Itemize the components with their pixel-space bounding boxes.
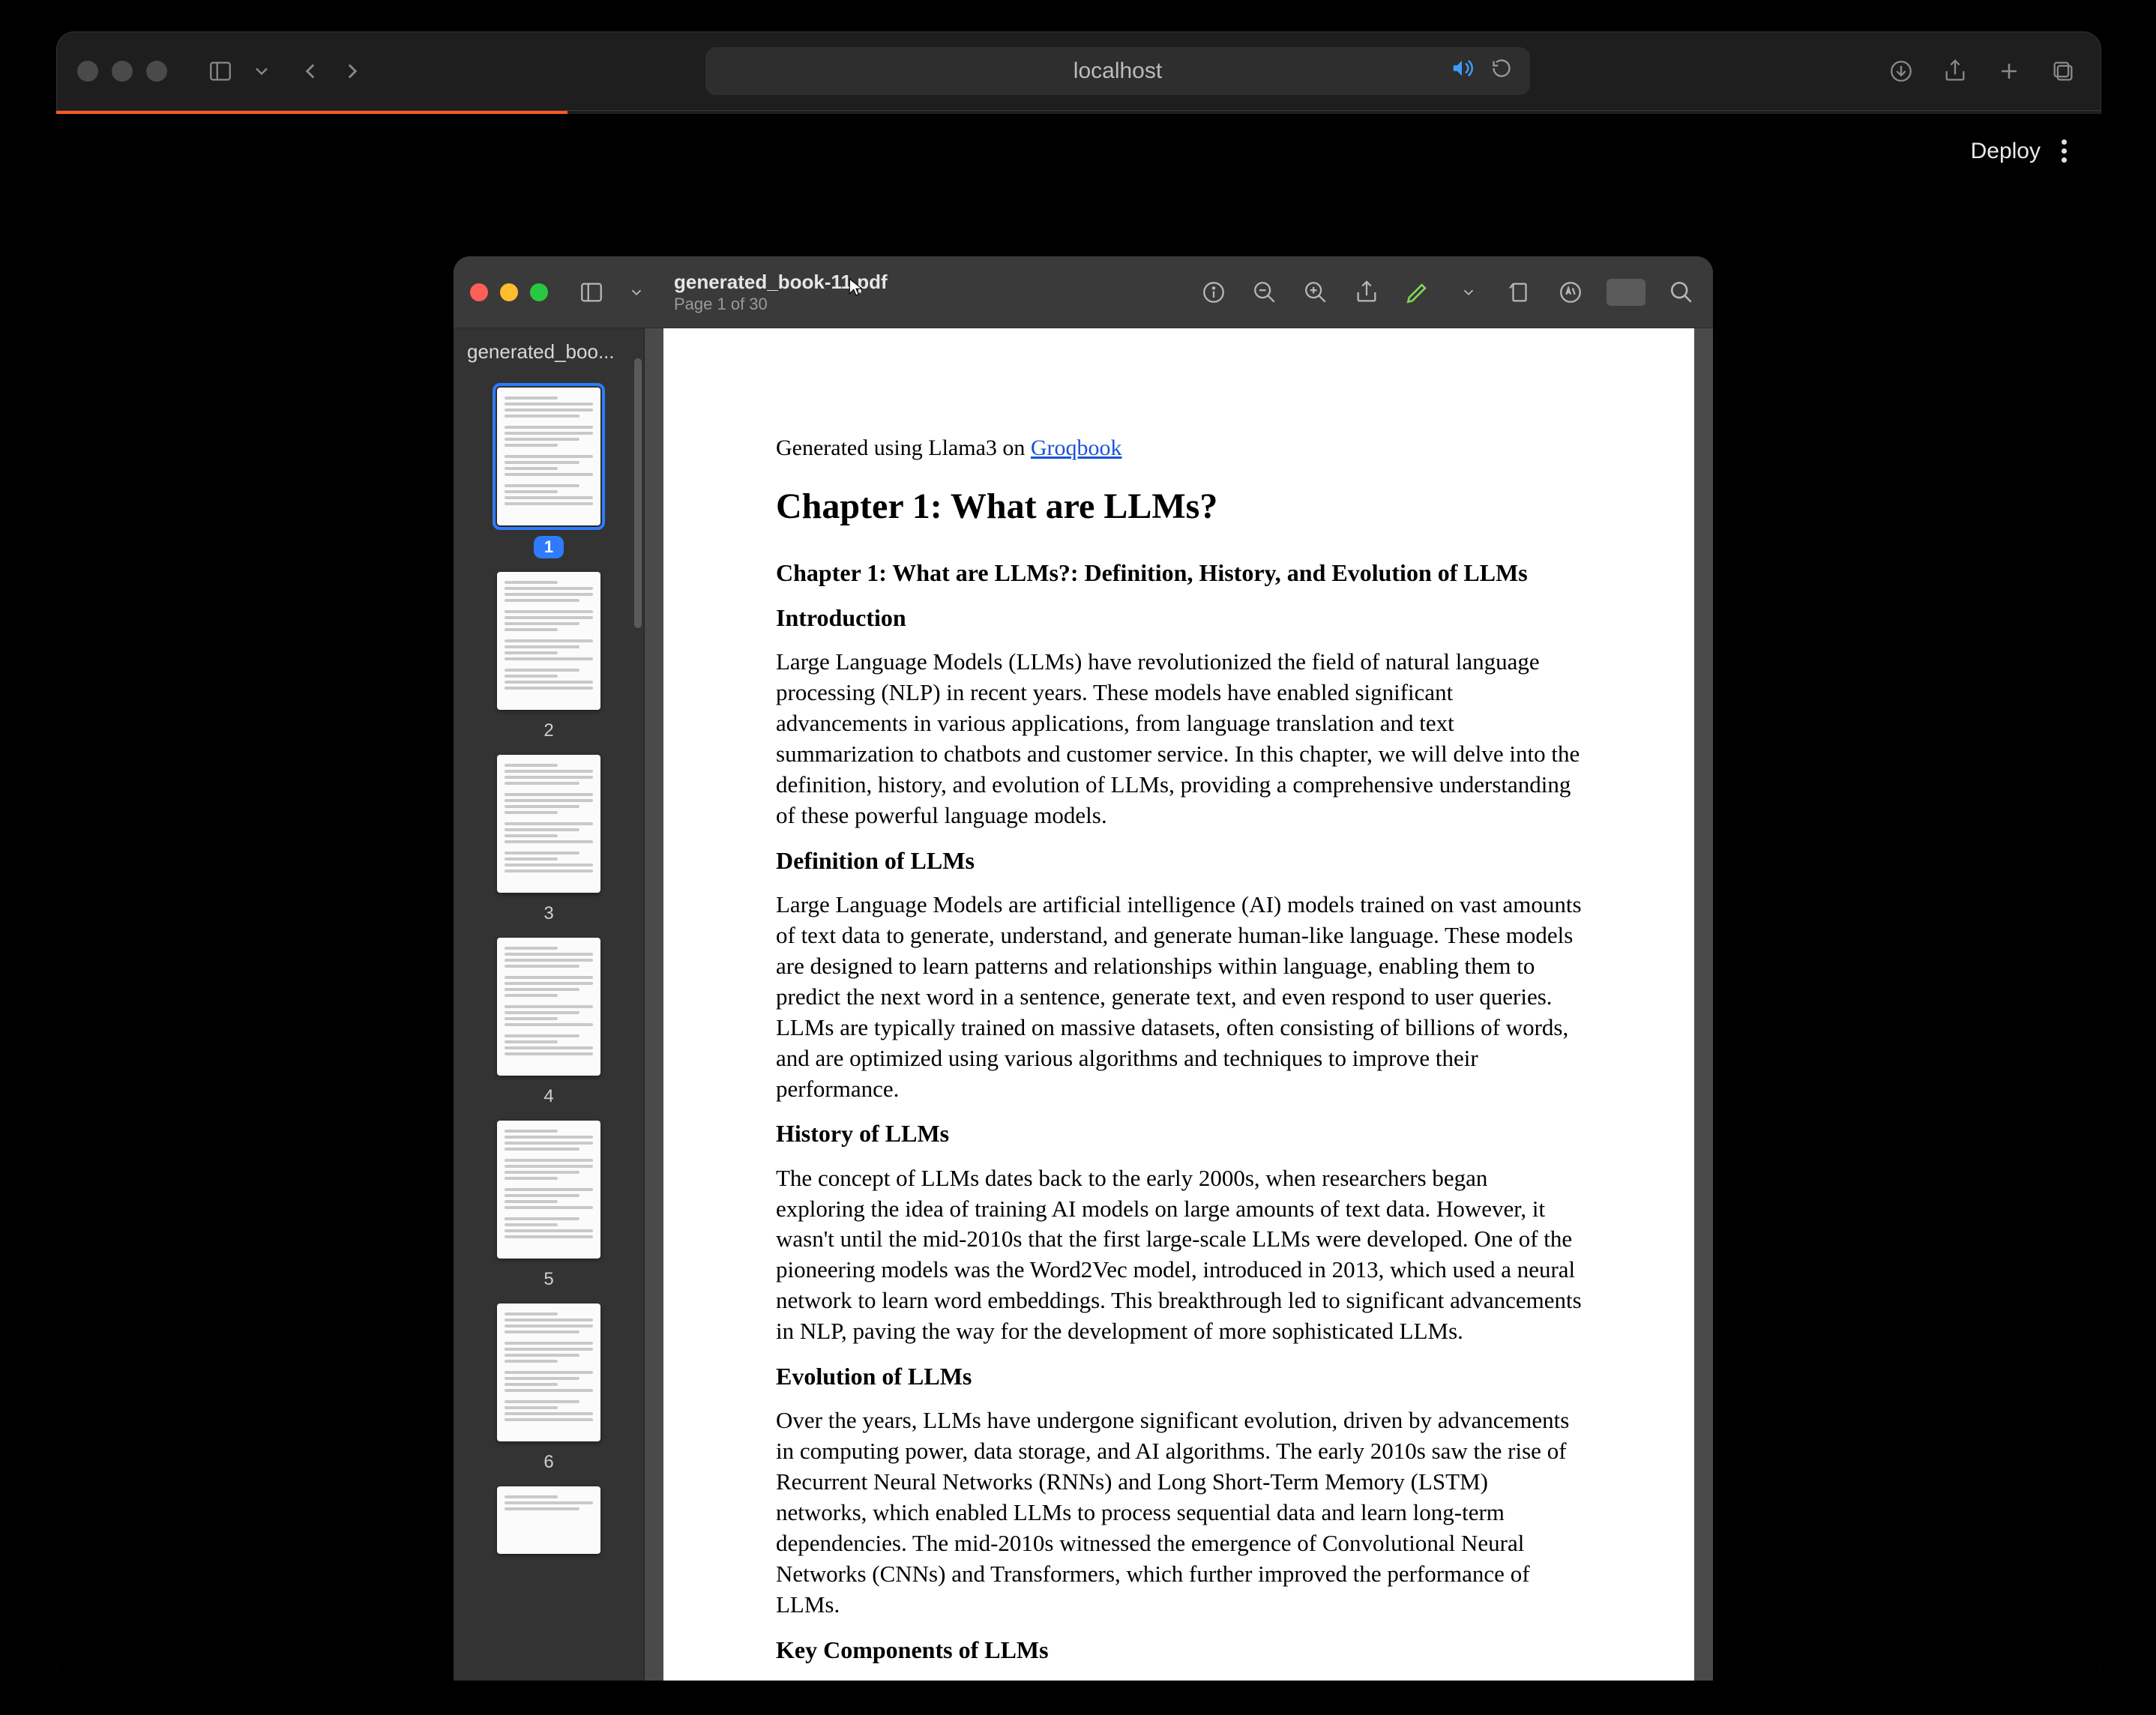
downloads-button[interactable] bbox=[1884, 54, 1918, 88]
preview-toolbar: generated_book-11.pdf Page 1 of 30 bbox=[454, 256, 1713, 328]
thumbnail-number: 2 bbox=[543, 720, 553, 741]
page-thumbnail[interactable]: 3 bbox=[497, 755, 600, 924]
sidebar-tab-label: generated_boo... bbox=[454, 328, 644, 374]
zoom-in-button[interactable] bbox=[1301, 277, 1331, 307]
browser-traffic-lights bbox=[77, 61, 167, 82]
markup-button[interactable] bbox=[1556, 277, 1586, 307]
more-menu-button[interactable] bbox=[2054, 132, 2074, 170]
address-bar[interactable]: localhost bbox=[705, 47, 1530, 95]
page-thumbnail[interactable]: 6 bbox=[497, 1303, 600, 1473]
preview-sidebar-toggle-button[interactable] bbox=[576, 277, 606, 307]
preview-minimize-icon[interactable] bbox=[500, 283, 518, 301]
key-components-intro: LLMs typically consist of several key co… bbox=[776, 1679, 1582, 1681]
definition-heading: Definition of LLMs bbox=[776, 845, 1582, 876]
thumbnail-image bbox=[497, 1486, 600, 1554]
browser-window: localhost Deploy bbox=[56, 31, 2101, 1681]
new-tab-button[interactable] bbox=[1992, 54, 2026, 88]
preview-window: generated_book-11.pdf Page 1 of 30 bbox=[454, 256, 1713, 1681]
deploy-controls: Deploy bbox=[1971, 132, 2074, 170]
traffic-fullscreen-icon[interactable] bbox=[146, 61, 167, 82]
preview-fullscreen-icon[interactable] bbox=[530, 283, 548, 301]
traffic-close-icon[interactable] bbox=[77, 61, 98, 82]
search-button[interactable] bbox=[1666, 277, 1696, 307]
reload-button[interactable] bbox=[1491, 58, 1512, 85]
chapter-subheading: Chapter 1: What are LLMs?: Definition, H… bbox=[776, 557, 1582, 588]
preview-body: generated_boo... 1 2 3 4 5 6 Generated using … bbox=[454, 328, 1713, 1681]
share-button[interactable] bbox=[1938, 54, 1972, 88]
page-thumbnail[interactable]: 5 bbox=[497, 1121, 600, 1290]
generated-line: Generated using Llama3 on Groqbook bbox=[776, 433, 1582, 463]
thumbnail-number: 6 bbox=[543, 1452, 553, 1473]
thumbnail-image bbox=[497, 1303, 600, 1441]
sidebar-toggle-button[interactable] bbox=[203, 54, 238, 88]
preview-toolbar-actions bbox=[1199, 277, 1696, 307]
thumbnail-number: 4 bbox=[543, 1086, 553, 1107]
traffic-minimize-icon[interactable] bbox=[112, 61, 133, 82]
preview-share-button[interactable] bbox=[1352, 277, 1382, 307]
thumbnail-sidebar[interactable]: generated_boo... 1 2 3 4 5 6 bbox=[454, 328, 645, 1681]
thumbnail-image bbox=[497, 755, 600, 893]
info-button[interactable] bbox=[1199, 277, 1229, 307]
forward-button[interactable] bbox=[335, 54, 370, 88]
rotate-button[interactable] bbox=[1505, 277, 1535, 307]
deploy-button[interactable]: Deploy bbox=[1971, 139, 2041, 164]
highlight-button[interactable] bbox=[1403, 277, 1433, 307]
generated-prefix: Generated using Llama3 on bbox=[776, 435, 1031, 460]
tab-overview-button[interactable] bbox=[2046, 54, 2080, 88]
highlight-menu-button[interactable] bbox=[1454, 277, 1484, 307]
thumbnail-image bbox=[497, 572, 600, 710]
thumbnail-number: 3 bbox=[543, 903, 553, 924]
preview-page-status: Page 1 of 30 bbox=[674, 294, 888, 315]
page-thumbnail[interactable]: 2 bbox=[497, 572, 600, 741]
page-thumbnail[interactable]: 4 bbox=[497, 938, 600, 1107]
sidebar-scrollbar[interactable] bbox=[634, 358, 642, 628]
history-heading: History of LLMs bbox=[776, 1118, 1582, 1149]
page-thumbnail[interactable]: 1 bbox=[497, 388, 600, 558]
thumbnail-image bbox=[497, 1121, 600, 1259]
preview-close-icon[interactable] bbox=[470, 283, 488, 301]
page-thumbnail[interactable] bbox=[497, 1486, 600, 1554]
preview-traffic-lights bbox=[470, 283, 548, 301]
browser-titlebar: localhost bbox=[56, 31, 2101, 111]
evolution-paragraph: Over the years, LLMs have undergone sign… bbox=[776, 1405, 1582, 1620]
browser-content-area: Deploy generated_book-11.p bbox=[56, 114, 2101, 1681]
history-paragraph: The concept of LLMs dates back to the ea… bbox=[776, 1163, 1582, 1347]
preview-file-title: generated_book-11.pdf bbox=[674, 270, 888, 295]
intro-paragraph: Large Language Models (LLMs) have revolu… bbox=[776, 647, 1582, 831]
intro-heading: Introduction bbox=[776, 602, 1582, 633]
thumbnail-number: 5 bbox=[543, 1269, 553, 1290]
groqbook-link[interactable]: Groqbook bbox=[1031, 435, 1122, 460]
key-components-heading: Key Components of LLMs bbox=[776, 1634, 1582, 1666]
definition-paragraph: Large Language Models are artificial int… bbox=[776, 890, 1582, 1104]
address-text: localhost bbox=[1074, 58, 1162, 84]
chapter-title: Chapter 1: What are LLMs? bbox=[776, 483, 1582, 530]
thumbnail-number: 1 bbox=[534, 536, 564, 558]
preview-sidebar-menu-button[interactable] bbox=[621, 277, 651, 307]
pdf-page-1: Generated using Llama3 on Groqbook Chapt… bbox=[663, 328, 1694, 1681]
evolution-heading: Evolution of LLMs bbox=[776, 1360, 1582, 1392]
back-button[interactable] bbox=[293, 54, 328, 88]
thumbnail-image bbox=[497, 388, 600, 525]
sidebar-chevron-down-icon[interactable] bbox=[251, 54, 272, 88]
crop-button[interactable] bbox=[1607, 279, 1645, 306]
audio-icon[interactable] bbox=[1451, 57, 1473, 85]
document-viewport[interactable]: Generated using Llama3 on Groqbook Chapt… bbox=[645, 328, 1713, 1681]
thumbnail-image bbox=[497, 938, 600, 1076]
preview-title-block: generated_book-11.pdf Page 1 of 30 bbox=[674, 270, 888, 315]
zoom-out-button[interactable] bbox=[1250, 277, 1280, 307]
